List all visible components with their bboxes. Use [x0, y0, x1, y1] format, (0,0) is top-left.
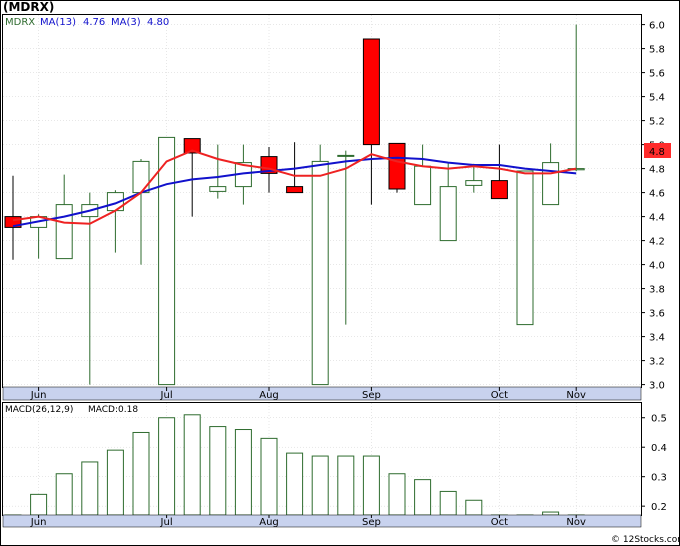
price-x-tick-label: Aug — [259, 390, 279, 401]
candle-up — [542, 162, 560, 206]
price-y-tick-label: 5.2 — [649, 117, 665, 128]
legend-symbol: MDRX — [5, 17, 35, 28]
price-y-tick-label: 3.0 — [649, 381, 665, 392]
macd-y-tick-label: 0.2 — [651, 502, 667, 513]
candle-down — [362, 38, 380, 146]
macd-bar — [132, 431, 150, 516]
candle-up — [465, 180, 483, 186]
price-tag-text: 4.8 — [649, 147, 665, 158]
price-y-tick-label: 4.2 — [649, 237, 665, 248]
macd-bar — [414, 479, 432, 516]
candle-up — [414, 165, 432, 206]
price-x-tick-label: Jun — [30, 390, 47, 401]
macd-legend: MACD(26,12,9) MACD:0.18 — [5, 405, 138, 415]
price-y-tick-label: 3.2 — [649, 357, 665, 368]
price-y-tick-label: 3.8 — [649, 285, 665, 296]
legend-ma13-label: MA(13) — [40, 17, 76, 28]
candle-up — [55, 204, 73, 260]
candle-up — [209, 186, 227, 192]
macd-x-axis-band — [2, 514, 642, 528]
macd-bar — [311, 455, 329, 516]
macd-legend-label: MACD(26,12,9) — [5, 405, 73, 415]
watermark: © 12Stocks.com — [611, 535, 680, 545]
legend-ma3-label: MA(3) — [111, 17, 141, 28]
price-x-tick-label: Sep — [362, 390, 381, 401]
current-price-tag: 4.8 — [644, 143, 671, 158]
price-x-tick-label: Nov — [566, 390, 586, 401]
macd-bar — [286, 452, 304, 516]
macd-bar — [362, 455, 380, 516]
candle-down — [490, 180, 508, 200]
price-y-tick-label: 5.8 — [649, 45, 665, 56]
macd-bar — [388, 473, 406, 516]
chart-title: (MDRX) — [3, 0, 54, 14]
price-y-tick-label: 5.4 — [649, 93, 665, 104]
candle-down — [388, 142, 406, 190]
price-x-tick-label: Oct — [491, 390, 508, 401]
macd-x-tick-label: Sep — [362, 517, 381, 528]
price-y-tick-label: 4.8 — [649, 165, 665, 176]
price-y-tick-label: 3.4 — [649, 333, 665, 344]
legend-ma13-value: 4.76 — [83, 17, 105, 28]
macd-x-tick-label: Jun — [30, 517, 47, 528]
macd-bar — [158, 417, 176, 516]
price-y-tick-label: 4.0 — [649, 261, 665, 272]
macd-bar — [81, 461, 99, 516]
macd-bar — [234, 429, 252, 516]
macd-x-tick-label: Aug — [259, 517, 279, 528]
candle-up — [132, 160, 150, 194]
candle-up — [516, 170, 534, 326]
macd-x-tick-label: Jul — [160, 517, 173, 528]
price-panel: 3.03.23.43.63.84.04.24.44.64.85.05.25.45… — [2, 14, 671, 401]
macd-x-tick-label: Oct — [491, 517, 508, 528]
stock-chart: (MDRX) 3.03.23.43.63.84.04.24.44.64.85.0… — [0, 0, 680, 546]
macd-y-tick-label: 0.3 — [651, 473, 667, 484]
macd-y-tick-label: 0.5 — [651, 414, 667, 425]
price-x-tick-label: Jul — [160, 390, 173, 401]
legend-ma3-value: 4.80 — [147, 17, 169, 28]
macd-legend-value: MACD:0.18 — [88, 405, 138, 415]
price-y-tick-label: 3.6 — [649, 309, 665, 320]
candle-up — [158, 136, 176, 386]
candle-down — [286, 186, 304, 194]
macd-bar — [30, 493, 48, 516]
price-y-tick-label: 6.0 — [649, 21, 665, 32]
price-x-axis-band — [2, 386, 642, 401]
macd-bar — [465, 499, 483, 516]
candle-up — [311, 160, 329, 386]
macd-bar — [337, 455, 355, 516]
macd-bar — [542, 511, 560, 516]
macd-bar — [55, 473, 73, 516]
macd-x-tick-label: Nov — [566, 517, 586, 528]
macd-bar — [439, 490, 457, 516]
price-y-tick-label: 5.6 — [649, 69, 665, 80]
macd-y-tick-label: 0.4 — [651, 443, 667, 454]
price-y-tick-label: 4.4 — [649, 213, 665, 224]
macd-panel: 0.2 0.3 0.4 0.5 Jun Jul Aug Sep Oct Nov MACD(26,… — [2, 402, 667, 528]
macd-bar — [209, 426, 227, 516]
candle-up — [439, 186, 457, 242]
macd-bar — [260, 437, 278, 516]
macd-bar — [183, 414, 201, 516]
candle-up — [337, 154, 355, 157]
macd-bar — [106, 449, 124, 516]
price-y-tick-label: 4.6 — [649, 189, 665, 200]
